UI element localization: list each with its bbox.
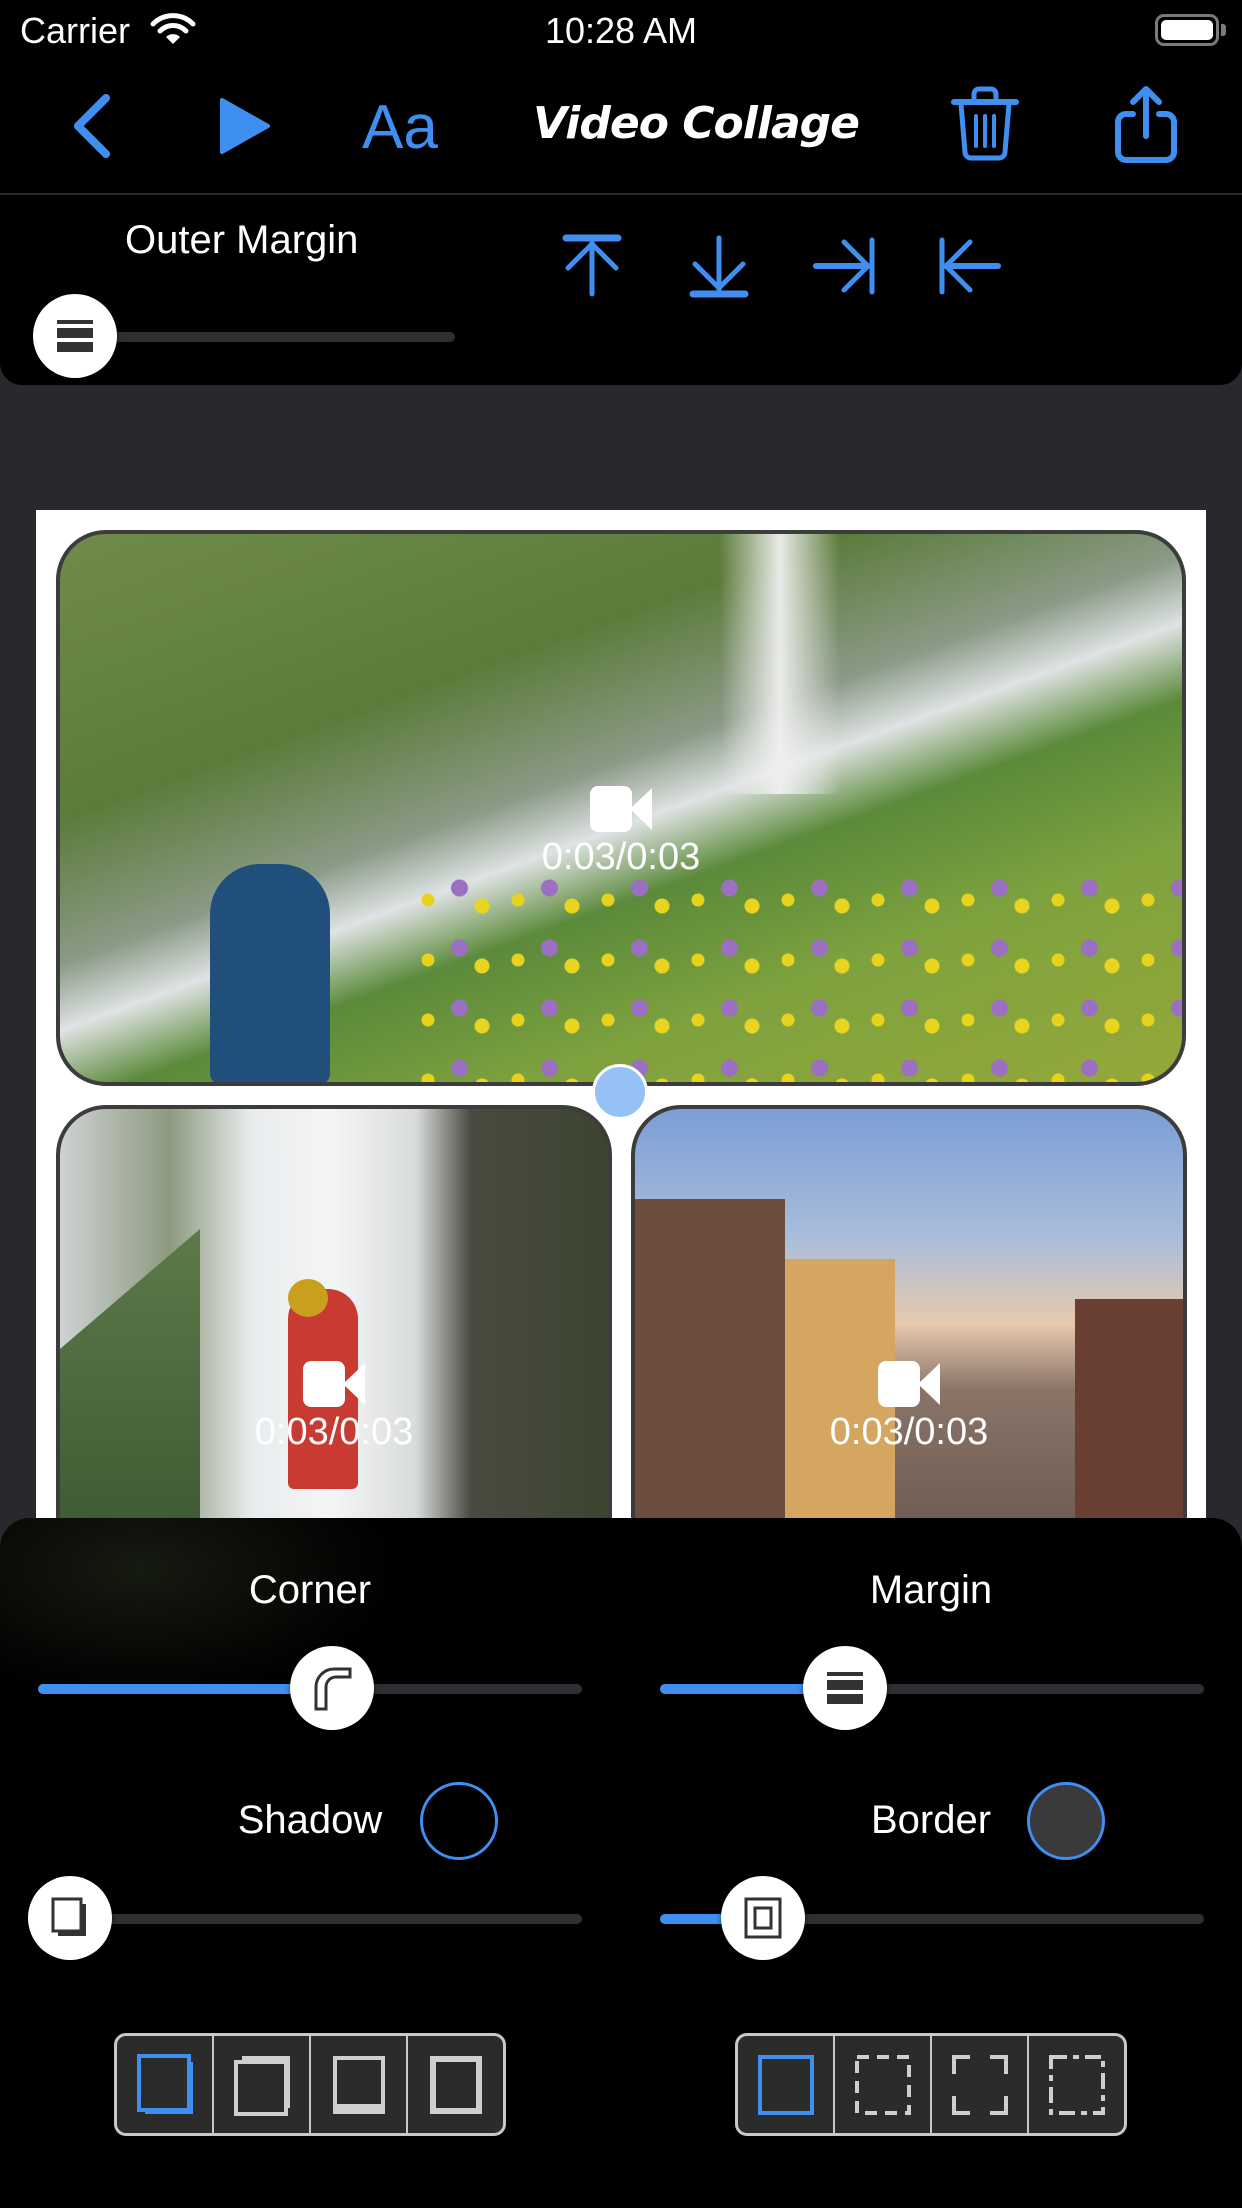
- corner-label: Corner: [248, 1568, 372, 1612]
- video-overlay: 0:03/0:03: [60, 786, 1182, 879]
- shadow-slider-track[interactable]: [38, 1914, 582, 1924]
- video-tile-waterfall-hiker[interactable]: 0:03/0:03: [56, 530, 1186, 1086]
- shadow-label: Shadow: [237, 1798, 383, 1842]
- arrow-down-to-line-icon[interactable]: [689, 234, 749, 298]
- status-time: 10:28 AM: [544, 10, 698, 51]
- shadow-bottom-icon: [332, 2055, 385, 2114]
- shadow-color-button[interactable]: [420, 1782, 498, 1860]
- border-style-option-corners[interactable]: [930, 2036, 1027, 2133]
- video-duration: 0:03/0:03: [541, 836, 701, 878]
- video-duration: 0:03/0:03: [829, 1411, 989, 1453]
- video-overlay: 0:03/0:03: [635, 1361, 1183, 1454]
- border-dash-dot-icon: [1048, 2054, 1105, 2115]
- inner-border-icon: [744, 1897, 782, 1939]
- share-icon[interactable]: [1113, 84, 1179, 164]
- corner-slider-thumb[interactable]: [289, 1646, 374, 1730]
- shadow-style-option-all[interactable]: [406, 2036, 503, 2133]
- shadow-style-option-top-right[interactable]: [212, 2036, 309, 2133]
- margin-rows-icon: [826, 1672, 863, 1704]
- video-duration: 0:03/0:03: [254, 1411, 414, 1453]
- split-divider-handle[interactable]: [592, 1064, 648, 1120]
- border-slider-thumb[interactable]: [721, 1876, 806, 1960]
- shadow-slider-thumb[interactable]: [28, 1876, 112, 1960]
- shadow-style-option-bottom-right[interactable]: [117, 2036, 212, 2133]
- arrow-left-to-line-icon[interactable]: [938, 236, 1002, 296]
- shadow-style-option-bottom[interactable]: [309, 2036, 406, 2133]
- border-style-option-solid[interactable]: [738, 2036, 833, 2133]
- wildflowers: [410, 864, 1182, 1082]
- battery-icon: [1155, 14, 1219, 46]
- page-title: Video Collage: [533, 98, 860, 149]
- border-style-option-dash-dot[interactable]: [1027, 2036, 1124, 2133]
- video-camera-icon: [303, 1361, 365, 1407]
- battery-tip: [1221, 24, 1226, 36]
- margin-label: Margin: [869, 1568, 993, 1612]
- border-style-option-dashed[interactable]: [833, 2036, 930, 2133]
- hiker-figure: [210, 864, 330, 1082]
- video-camera-icon: [878, 1361, 940, 1407]
- video-overlay: 0:03/0:03: [60, 1361, 608, 1454]
- border-dashed-icon: [854, 2054, 911, 2115]
- corner-slider-fill: [38, 1684, 332, 1694]
- shadow-all-around-icon: [429, 2055, 482, 2114]
- arrow-right-to-line-icon[interactable]: [812, 236, 876, 296]
- margin-rows-icon: [57, 320, 93, 352]
- shadow-box-icon: [51, 1897, 86, 1936]
- margin-slider-thumb[interactable]: [802, 1646, 887, 1730]
- trash-icon[interactable]: [950, 86, 1020, 162]
- shadow-top-right-icon: [233, 2055, 290, 2116]
- shadow-bottom-right-icon: [136, 2053, 193, 2114]
- border-corners-icon: [951, 2054, 1008, 2115]
- waterfall-shape: [720, 534, 840, 794]
- border-style-segmented-control: [735, 2033, 1127, 2136]
- border-solid-icon: [757, 2054, 814, 2115]
- video-camera-icon: [590, 786, 652, 832]
- outer-margin-slider-thumb[interactable]: [33, 294, 117, 378]
- border-color-button[interactable]: [1027, 1782, 1105, 1860]
- rounded-corner-icon: [314, 1667, 352, 1711]
- arrow-up-to-line-icon[interactable]: [562, 234, 622, 298]
- outer-margin-label: Outer Margin: [125, 218, 359, 262]
- shadow-style-segmented-control: [114, 2033, 506, 2136]
- outer-margin-slider-track[interactable]: [60, 332, 455, 342]
- climber-hat: [288, 1279, 328, 1317]
